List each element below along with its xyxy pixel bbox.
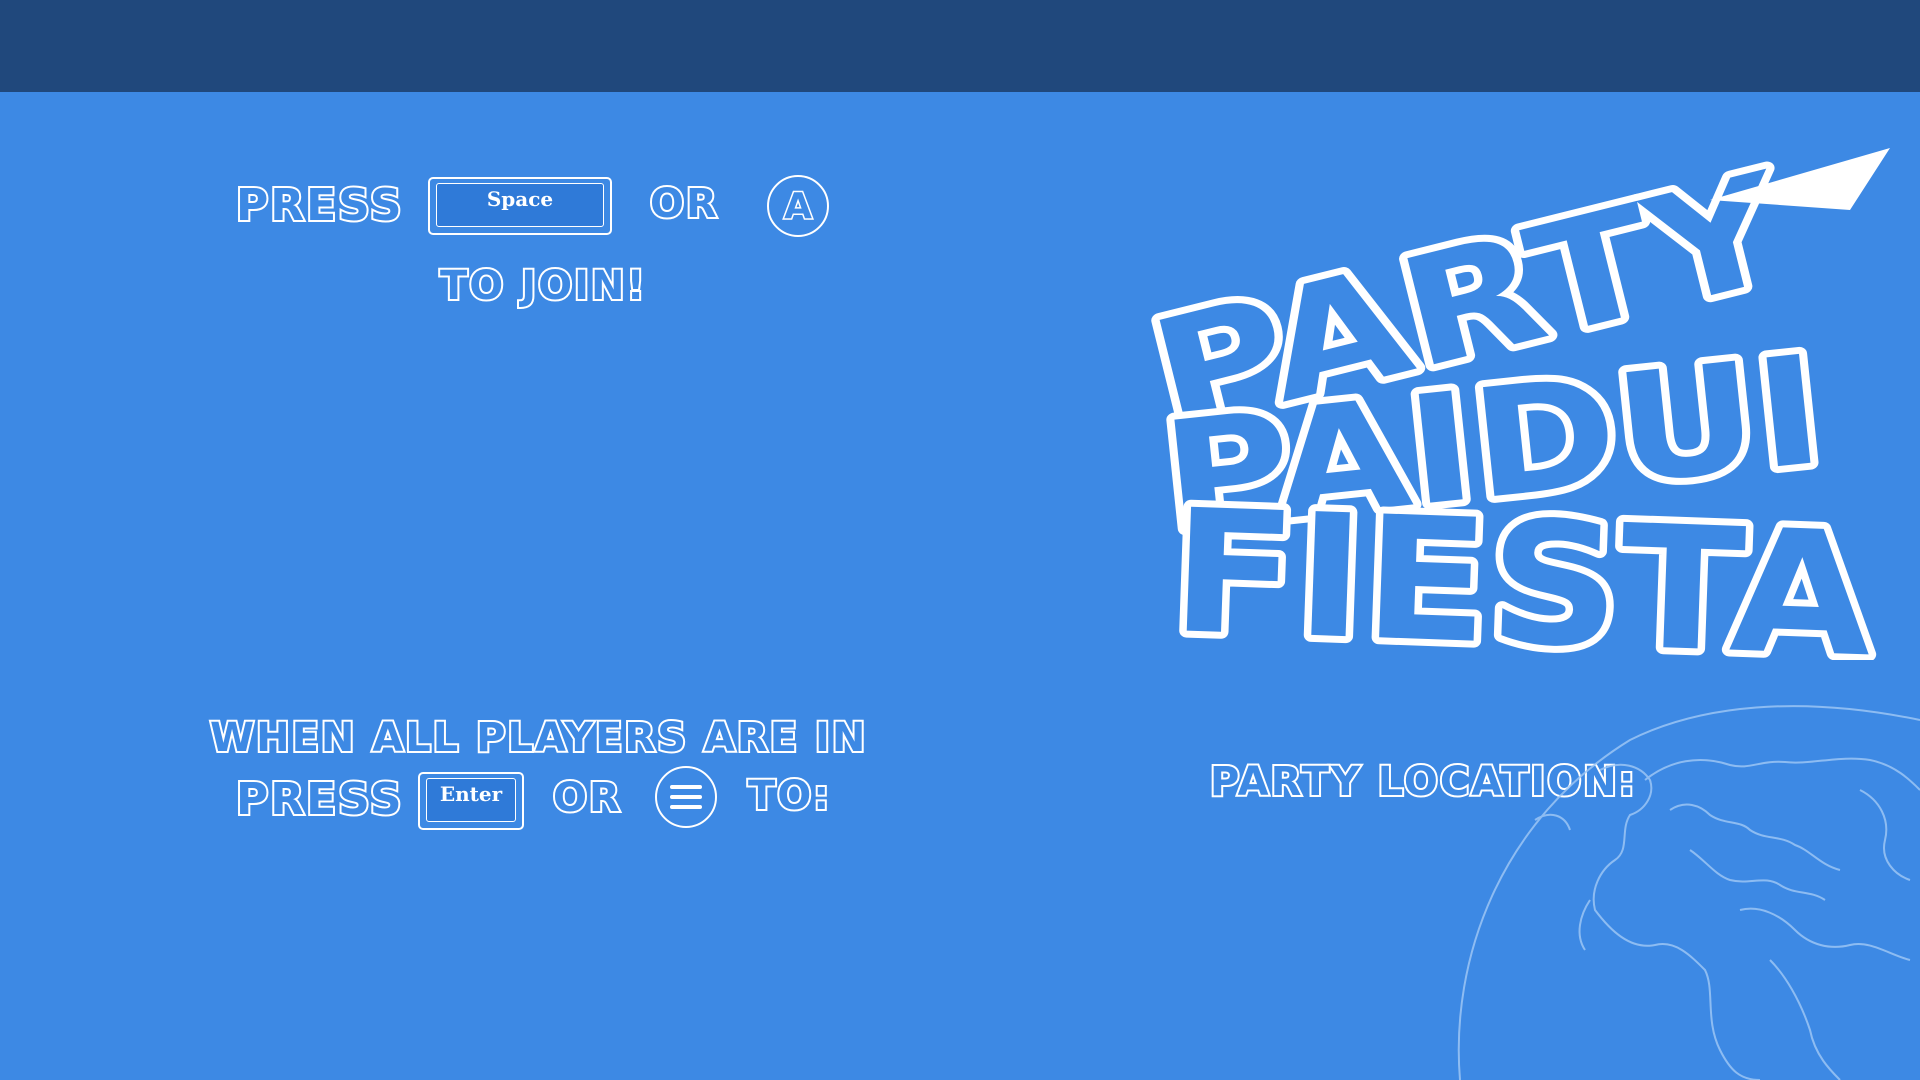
game-logo: PARTY PAIDUI FIESTA: [1150, 140, 1890, 660]
or-label: OR: [648, 181, 719, 227]
press-label: PRESS: [234, 774, 404, 825]
enter-key-label: Enter: [426, 778, 516, 822]
menu-button-icon: [655, 766, 717, 828]
all-players-label: WHEN ALL PLAYERS ARE IN: [208, 715, 868, 761]
menu-icon: [670, 779, 702, 815]
to-label: TO:: [746, 773, 832, 819]
a-button-icon: A: [767, 175, 829, 237]
or-label: OR: [551, 775, 622, 821]
space-key-icon: Space: [428, 177, 612, 235]
top-bar: [0, 0, 1920, 92]
logo-line-fiesta: FIESTA: [1169, 473, 1875, 660]
a-button-label: A: [783, 184, 814, 228]
space-key-label: Space: [436, 183, 604, 227]
globe-icon: [1457, 705, 1920, 1080]
press-label: PRESS: [234, 180, 404, 231]
enter-key-icon: Enter: [418, 772, 524, 830]
to-join-label: TO JOIN!: [438, 263, 647, 309]
